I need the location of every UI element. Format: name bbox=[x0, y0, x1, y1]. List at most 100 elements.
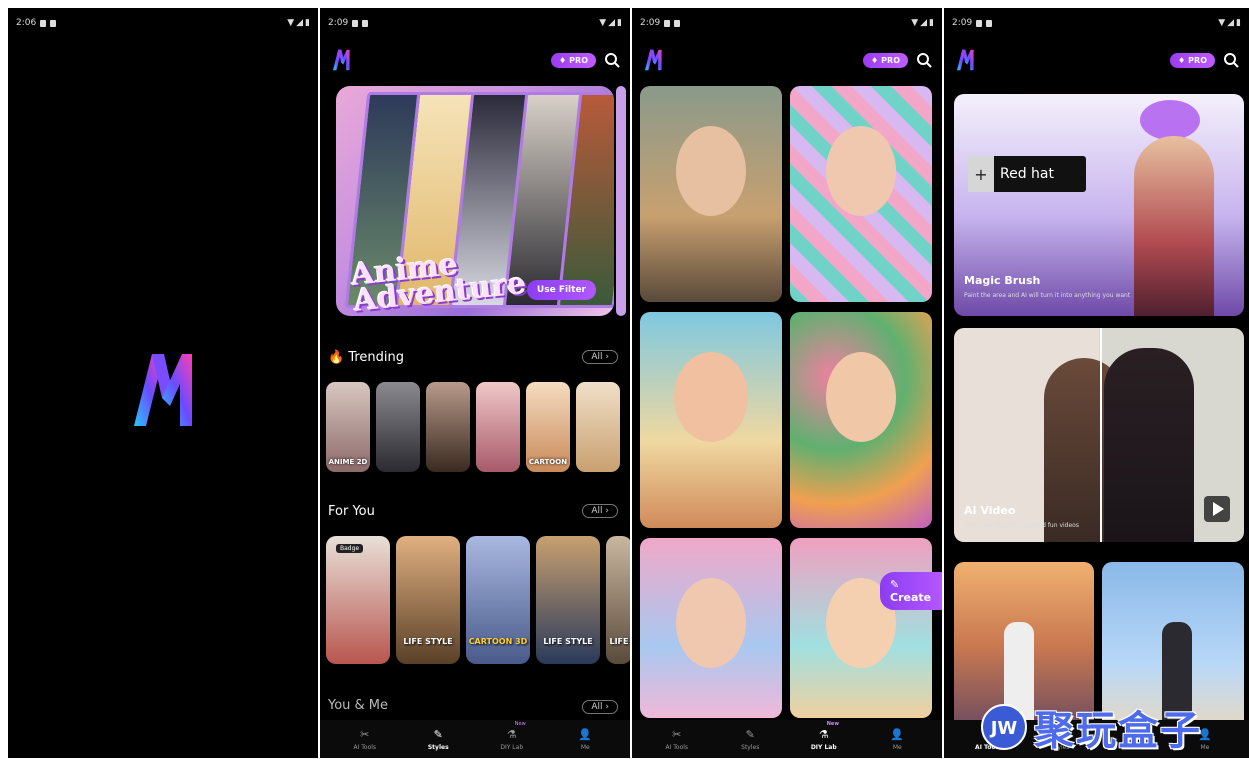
nav-ai-tools[interactable]: ✂ AI Tools bbox=[340, 728, 390, 751]
nav-label: AI Tools bbox=[665, 743, 689, 751]
pro-button[interactable]: ♦ PRO bbox=[551, 52, 596, 68]
flask-icon: ⚗ bbox=[818, 727, 829, 741]
notification-icon bbox=[50, 19, 57, 27]
trending-item[interactable]: ANIME 2D bbox=[326, 382, 370, 472]
for-you-section-title: For You bbox=[328, 504, 375, 519]
nav-styles[interactable]: ✎ Styles bbox=[725, 728, 775, 751]
play-icon[interactable] bbox=[1204, 496, 1230, 522]
you-and-me-title: You & Me bbox=[328, 698, 389, 713]
diamond-icon: ♦ bbox=[1178, 55, 1186, 65]
flask-icon: ⚗ bbox=[506, 727, 517, 741]
trending-section-title: 🔥 Trending bbox=[328, 350, 404, 365]
anime-person-image bbox=[1104, 348, 1194, 542]
person-image bbox=[1134, 136, 1214, 316]
notification-icon bbox=[664, 19, 671, 27]
wifi-icon: ▼ bbox=[911, 18, 919, 28]
app-logo-icon bbox=[957, 49, 974, 71]
signal-icon: ◢ bbox=[296, 18, 304, 28]
item-badge: Badge bbox=[336, 544, 364, 553]
plus-icon: + bbox=[968, 156, 994, 192]
for-you-item[interactable]: LIFE bbox=[606, 536, 630, 664]
pro-button[interactable]: ♦ PRO bbox=[863, 52, 908, 68]
status-time: 2:06 bbox=[16, 18, 37, 28]
for-you-item[interactable]: LIFE STYLE bbox=[536, 536, 600, 664]
nav-diy-lab[interactable]: New ⚗ DIY Lab bbox=[487, 721, 537, 751]
trending-item[interactable] bbox=[376, 382, 420, 472]
tools-icon: ✂ bbox=[360, 727, 370, 741]
use-filter-button[interactable]: Use Filter bbox=[526, 280, 596, 300]
diy-lab-screen: 2:09 ▼ ◢ ▮ ♦ PRO ✎ Create ✂ AI Tools ✎ S… bbox=[632, 8, 942, 758]
user-icon: 👤 bbox=[890, 727, 905, 741]
portrait-image bbox=[676, 126, 746, 216]
style-card[interactable] bbox=[640, 86, 782, 302]
split-divider bbox=[1100, 328, 1102, 542]
pro-button[interactable]: ♦ PRO bbox=[1170, 52, 1215, 68]
you-and-me-all-button[interactable]: All › bbox=[582, 700, 618, 714]
for-you-item[interactable]: CARTOON 3D bbox=[466, 536, 530, 664]
you-and-me-section-title: You & Me bbox=[328, 698, 388, 713]
notification-icon bbox=[976, 19, 983, 27]
pro-label: PRO bbox=[569, 55, 588, 65]
top-bar: ♦ PRO bbox=[330, 46, 620, 74]
all-label: All bbox=[591, 506, 603, 516]
for-you-list: Badge LIFE STYLE CARTOON 3D LIFE STYLE L… bbox=[326, 536, 630, 664]
status-time: 2:09 bbox=[952, 18, 973, 28]
nav-styles[interactable]: ✎ Styles bbox=[413, 728, 463, 751]
style-card[interactable] bbox=[790, 538, 932, 718]
watermark-text: 聚玩盒子 bbox=[1034, 708, 1202, 754]
diamond-icon: ♦ bbox=[559, 55, 567, 65]
nav-label: Styles bbox=[741, 743, 760, 751]
trending-item[interactable] bbox=[426, 382, 470, 472]
create-label: Create bbox=[890, 591, 932, 604]
portrait-image bbox=[676, 578, 746, 668]
all-label: All bbox=[591, 352, 603, 362]
search-icon[interactable] bbox=[916, 52, 932, 68]
next-banner-peek[interactable] bbox=[616, 86, 626, 316]
battery-icon: ▮ bbox=[929, 18, 934, 28]
pro-label: PRO bbox=[881, 55, 900, 65]
for-you-item-label: LIFE STYLE bbox=[403, 637, 453, 646]
bottom-nav: ✂ AI Tools ✎ Styles New ⚗ DIY Lab 👤 Me bbox=[320, 720, 630, 758]
hero-banner[interactable]: Anime Adventure Use Filter bbox=[336, 86, 614, 316]
notification-icon bbox=[352, 19, 359, 27]
magic-brush-card[interactable]: + Red hat Magic Brush Paint the area and… bbox=[954, 94, 1244, 316]
brush-highlight bbox=[1140, 100, 1200, 140]
trending-item-label: ANIME 2D bbox=[328, 458, 368, 466]
nav-me[interactable]: 👤 Me bbox=[872, 728, 922, 751]
pro-label: PRO bbox=[1188, 55, 1207, 65]
for-you-all-button[interactable]: All › bbox=[582, 504, 618, 518]
nav-label: Me bbox=[892, 743, 902, 751]
status-time: 2:09 bbox=[640, 18, 661, 28]
search-icon[interactable] bbox=[604, 52, 620, 68]
all-label: All bbox=[591, 702, 603, 712]
style-card[interactable] bbox=[640, 312, 782, 528]
for-you-title: For You bbox=[328, 504, 375, 519]
nav-me[interactable]: 👤 Me bbox=[560, 728, 610, 751]
new-badge: New bbox=[826, 720, 839, 727]
red-hat-prompt[interactable]: + Red hat bbox=[968, 156, 1086, 192]
nav-ai-tools[interactable]: ✂ AI Tools bbox=[652, 728, 702, 751]
ai-video-card[interactable]: AI Video Turn your clips into stylized f… bbox=[954, 328, 1244, 542]
watermark: JW 聚玩盒子 bbox=[980, 698, 1202, 756]
diamond-icon: ♦ bbox=[871, 55, 879, 65]
notification-icon bbox=[986, 19, 993, 27]
trending-all-button[interactable]: All › bbox=[582, 350, 618, 364]
nav-label: Me bbox=[580, 743, 590, 751]
status-bar: 2:06 ▼ ◢ ▮ bbox=[16, 16, 310, 30]
nav-diy-lab[interactable]: New ⚗ DIY Lab bbox=[799, 721, 849, 751]
portrait-image bbox=[674, 352, 748, 442]
trending-item[interactable]: CARTOON bbox=[526, 382, 570, 472]
style-card[interactable] bbox=[790, 312, 932, 528]
style-card[interactable] bbox=[640, 538, 782, 718]
search-icon[interactable] bbox=[1223, 52, 1239, 68]
portrait-image bbox=[826, 126, 896, 216]
ai-video-title: AI Video bbox=[964, 504, 1016, 517]
style-card[interactable] bbox=[790, 86, 932, 302]
trending-item[interactable] bbox=[576, 382, 620, 472]
for-you-item[interactable]: Badge bbox=[326, 536, 390, 664]
svg-text:JW: JW bbox=[989, 718, 1018, 739]
trending-item[interactable] bbox=[476, 382, 520, 472]
create-button[interactable]: ✎ Create bbox=[880, 572, 942, 610]
for-you-item[interactable]: LIFE STYLE bbox=[396, 536, 460, 664]
portrait-image bbox=[826, 352, 896, 442]
